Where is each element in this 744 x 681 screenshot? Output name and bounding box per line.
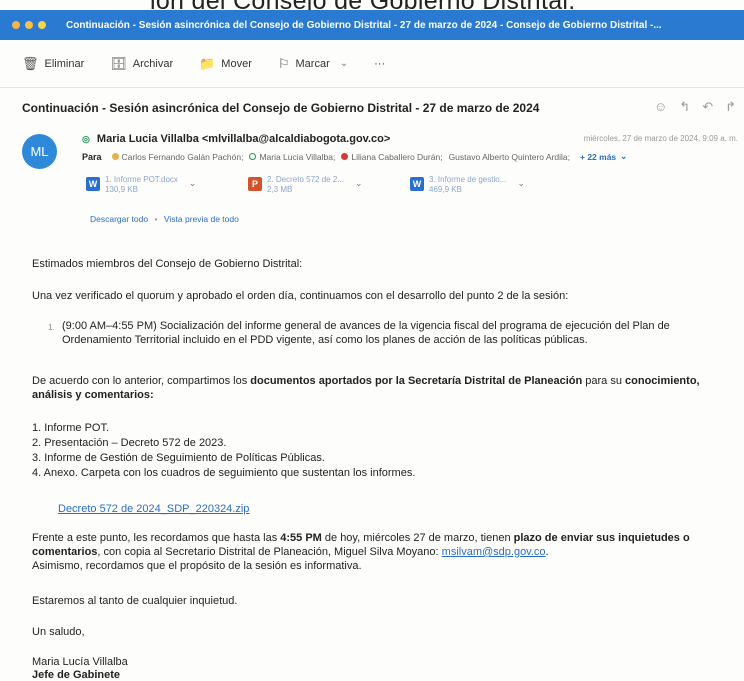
window-controls	[12, 21, 46, 29]
recipient-name: Gustavo Alberto Quintero Ardila;	[448, 151, 570, 162]
attachment-name: 2. Decreto 572 de 2...	[267, 175, 344, 184]
flag-icon: ⚐	[277, 55, 290, 71]
email-subject: Continuación - Sesión asincrónica del Co…	[22, 101, 540, 115]
reply-icon[interactable]: ↰	[679, 99, 690, 115]
preview-all-link[interactable]: Vista previa de todo	[164, 214, 239, 224]
list-item: 3. Informe de Gestión de Seguimiento de …	[32, 452, 325, 464]
chevron-down-icon[interactable]: ⌄	[355, 178, 363, 189]
agenda-item: 1. (9:00 AM–4:55 PM) Socialización del i…	[48, 319, 736, 347]
text-run: .	[545, 546, 549, 558]
list-item: 1. Informe POT.	[32, 422, 110, 434]
attachment-size: 469,9 KB	[429, 185, 462, 194]
recipient-name: Carlos Fernando Galán Pachón;	[121, 151, 244, 162]
word-file-icon: W	[86, 177, 100, 191]
window-titlebar: Continuación - Sesión asincrónica del Co…	[0, 10, 744, 40]
attachment-name: 3. Informe de gestio...	[429, 175, 507, 184]
more-actions-label: ···	[374, 57, 386, 70]
attachment[interactable]: P 2. Decreto 572 de 2... 2,3 MB ⌄	[248, 175, 362, 195]
mail-toolbar: 🗑 Eliminar 🗄 Archivar 📁 Mover ⚐ Marcar ⌄…	[0, 40, 744, 88]
emoji-react-icon[interactable]: ☺	[654, 99, 667, 115]
flag-label: Marcar	[295, 57, 330, 70]
text-run: de hoy, miércoles 27 de marzo, tienen	[321, 532, 514, 544]
recipient-name: Liliana Caballero Durán;	[351, 151, 443, 162]
flag-button[interactable]: ⚐ Marcar ⌄	[278, 56, 348, 72]
paragraph-documents: De acuerdo con lo anterior, compartimos …	[32, 374, 732, 402]
attachment[interactable]: W 3. Informe de gestio... 469,9 KB ⌄	[410, 175, 525, 195]
download-all-link[interactable]: Descargar todo	[90, 214, 148, 224]
email-link[interactable]: msilvam@sdp.gov.co	[442, 546, 546, 558]
bold-run: Jefe de Gabinete	[32, 669, 121, 681]
text-run: Frente a este punto, les recordamos que …	[32, 532, 281, 544]
delete-label: Eliminar	[44, 57, 85, 70]
chevron-down-icon[interactable]: ⌄	[620, 151, 627, 162]
recipient[interactable]: Maria Lucia Villalba;	[249, 152, 335, 162]
move-folder-icon: 📁	[199, 55, 216, 71]
recipient[interactable]: Liliana Caballero Durán;	[341, 151, 443, 162]
archive-button[interactable]: 🗄 Archivar	[110, 56, 173, 72]
chevron-down-icon[interactable]: ⌄	[340, 58, 348, 69]
sent-date: miércoles, 27 de marzo de 2024, 9:09 a. …	[583, 134, 738, 143]
sender-line[interactable]: ◎ Maria Lucia Villalba <mlvillalba@alcal…	[82, 133, 390, 145]
attachment-size: 130,9 KB	[105, 185, 138, 194]
zoom-window-button[interactable]	[38, 21, 46, 29]
separator: •	[154, 214, 158, 224]
sender-address: Maria Lucia Villalba <mlvillalba@alcaldi…	[96, 133, 391, 145]
agenda-item-text: (9:00 AM–4:55 PM) Socialización del info…	[62, 320, 670, 346]
presence-dot-icon	[341, 153, 349, 160]
archive-icon: 🗄	[110, 55, 127, 71]
presence-dot-icon	[111, 153, 119, 160]
bold-run: documentos aportados por la Secretaría D…	[250, 375, 583, 387]
salutation: Un saludo,	[32, 626, 85, 638]
attachment-size: 2,3 MB	[267, 185, 293, 194]
close-window-button[interactable]	[12, 21, 20, 29]
text-run: , con copia al Secretario Distrital de P…	[97, 546, 442, 558]
archive-label: Archivar	[132, 57, 174, 70]
word-file-icon: W	[410, 177, 424, 191]
recipient-name: Maria Lucia Villalba;	[259, 151, 336, 162]
window-title: Continuación - Sesión asincrónica del Co…	[66, 19, 662, 31]
agenda-item-number: 1.	[48, 323, 55, 332]
powerpoint-file-icon: P	[248, 177, 262, 191]
minimize-window-button[interactable]	[25, 21, 33, 29]
text-run: Asimismo, recordamos que el propósito de…	[32, 560, 362, 572]
bold-run: 4:55 PM	[280, 532, 322, 544]
move-button[interactable]: 📁 Mover	[199, 56, 252, 72]
recipient[interactable]: Gustavo Alberto Quintero Ardila;	[449, 152, 570, 162]
delete-button[interactable]: 🗑 Eliminar	[22, 56, 84, 72]
move-label: Mover	[221, 57, 252, 70]
paragraph-deadline: Frente a este punto, les recordamos que …	[32, 531, 732, 573]
list-item: 2. Presentación – Decreto 572 de 2023.	[32, 437, 227, 449]
to-label: Para	[82, 151, 102, 162]
chevron-down-icon[interactable]: ⌄	[189, 178, 197, 189]
avatar: ML	[22, 134, 57, 169]
reply-all-icon[interactable]: ↶	[702, 99, 713, 115]
documents-list: 1. Informe POT. 2. Presentación – Decret…	[32, 421, 732, 481]
recipients-line: Para Carlos Fernando Galán Pachón; Maria…	[82, 151, 742, 162]
text-run: para su	[582, 375, 626, 387]
attachment-actions: Descargar todo • Vista previa de todo	[90, 214, 239, 224]
more-recipients-button[interactable]: + 22 más	[580, 152, 616, 162]
trash-icon: 🗑	[22, 55, 39, 71]
greeting: Estimados miembros del Consejo de Gobier…	[32, 258, 303, 270]
zip-attachment-link[interactable]: Decreto 572 de 2024_SDP_220324.zip	[58, 502, 744, 516]
paragraph-closing: Estaremos al tanto de cualquier inquietu…	[32, 595, 238, 607]
message-actions: ☺ ↰ ↶ ↱	[654, 99, 736, 115]
signature-title: Jefe de Gabinete	[32, 669, 732, 681]
list-item: 4. Anexo. Carpeta con los cuadros de seg…	[32, 467, 416, 479]
text-run: De acuerdo con lo anterior, compartimos …	[32, 375, 251, 387]
attachment[interactable]: W 1. Informe POT.docx 130,9 KB ⌄	[86, 175, 196, 195]
attachment-name: 1. Informe POT.docx	[105, 175, 178, 184]
signature-name: Maria Lucía Villalba	[32, 656, 128, 668]
presence-dot-icon	[249, 153, 257, 160]
paragraph-intro: Una vez verificado el quorum y aprobado …	[32, 290, 569, 302]
recipient[interactable]: Carlos Fernando Galán Pachón;	[111, 151, 244, 162]
presence-icon: ◎	[82, 134, 90, 144]
signature: Maria Lucía Villalba Jefe de Gabinete	[32, 656, 732, 681]
forward-icon[interactable]: ↱	[725, 99, 736, 115]
more-actions-button[interactable]: ···	[374, 58, 385, 70]
chevron-down-icon[interactable]: ⌄	[517, 178, 525, 189]
